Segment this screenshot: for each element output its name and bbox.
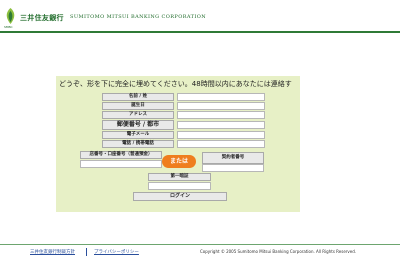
email-input[interactable] [177,131,265,139]
privacy-policy-link[interactable]: プライバシーポリシー [94,249,139,255]
store-account-label: 店番号・口座番号（普通預金） [80,151,162,159]
bank-name-en: SUMITOMO MITSUI BANKING CORPORATION [70,14,206,20]
postal-input[interactable] [177,121,265,129]
smbc-logo-icon [6,8,15,24]
contract-number-label: 契約者番号 [202,152,264,164]
birthday-input[interactable] [177,102,265,110]
logo-subtext: SMBC [4,25,13,29]
address-label: アドレス [102,111,174,119]
login-button[interactable]: ログイン [133,192,227,201]
postal-label: 郵便番号 / 都市 [102,120,174,130]
phone-label: 電話 / 携帯電話 [102,140,174,148]
name-label: 名前 / 姓 [102,93,174,101]
pin-input[interactable] [148,182,211,190]
store-account-input[interactable] [80,160,162,168]
birthday-label: 誕生日 [102,102,174,110]
header-divider [0,31,400,33]
footer-separator [86,248,87,256]
or-badge: または [162,155,196,168]
header: 三井住友銀行 SUMITOMO MITSUI BANKING CORPORATI… [0,0,400,34]
security-policy-link[interactable]: 三井住友銀行制裁方針 [30,249,75,255]
address-input[interactable] [177,111,265,119]
page: 三井住友銀行 SUMITOMO MITSUI BANKING CORPORATI… [0,0,400,267]
form-instructions: どうぞ、形を下に完全に埋めてください。48時間以内にあなたには連絡す [59,80,292,88]
copyright-text: Copyright © 2005 Sumitomo Mitsui Banking… [200,249,357,254]
bank-name-jp: 三井住友銀行 [20,14,64,22]
footer-divider [0,244,400,245]
phone-input[interactable] [177,140,265,148]
pin-label: 第一暗証 [148,173,211,181]
name-input[interactable] [177,93,265,101]
email-label: 電子メール [102,131,174,139]
contract-number-input[interactable] [202,164,264,172]
login-form-panel: どうぞ、形を下に完全に埋めてください。48時間以内にあなたには連絡す 名前 / … [56,76,300,212]
